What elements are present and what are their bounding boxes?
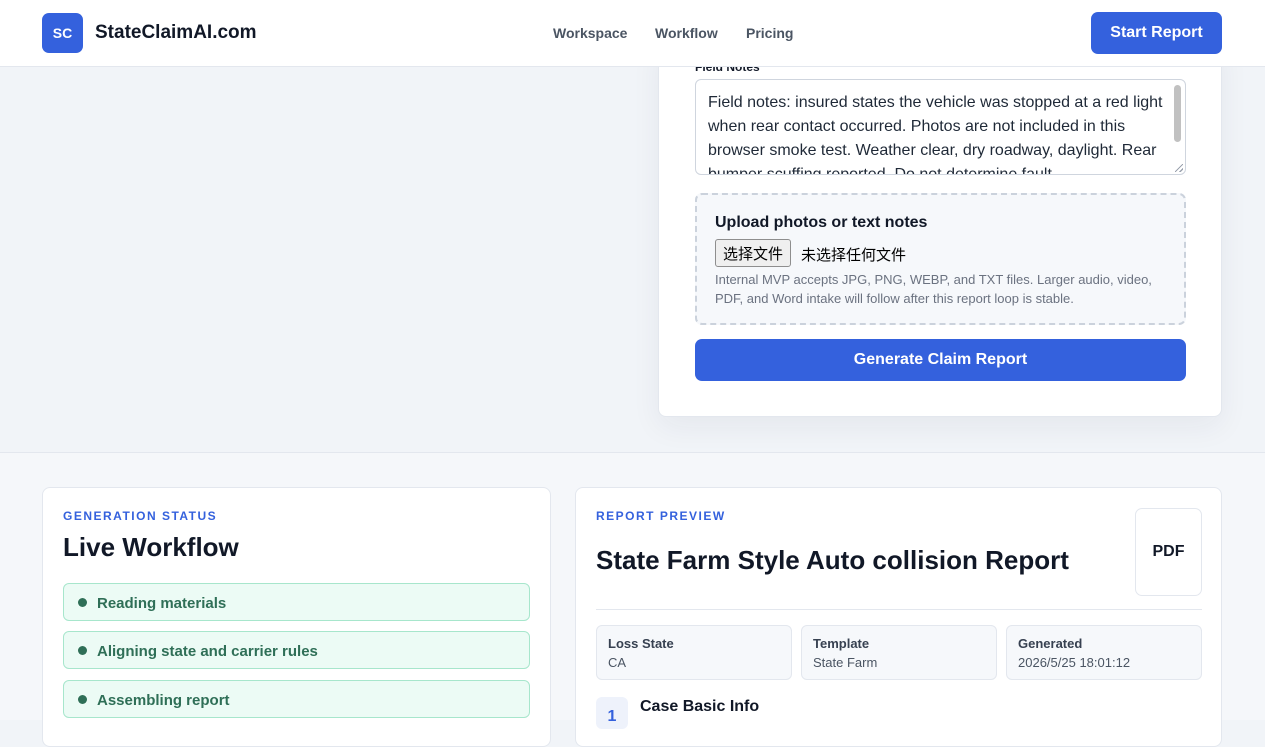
status-dot-icon (78, 598, 87, 607)
status-eyebrow: GENERATION STATUS (63, 509, 218, 523)
meta-generated: Generated 2026/5/25 18:01:12 (1006, 625, 1202, 680)
start-report-button[interactable]: Start Report (1091, 12, 1222, 54)
report-eyebrow: REPORT PREVIEW (596, 509, 726, 523)
generation-status-card: GENERATION STATUS Live Workflow Reading … (42, 487, 551, 747)
section-number: 1 (596, 697, 628, 729)
nav-pricing[interactable]: Pricing (746, 25, 793, 41)
generate-claim-report-button[interactable]: Generate Claim Report (695, 339, 1186, 381)
section-title: Case Basic Info (640, 698, 760, 715)
upload-dropzone[interactable]: Upload photos or text notes 选择文件 未选择任何文件… (695, 193, 1186, 325)
step-label: Aligning state and carrier rules (97, 643, 318, 660)
choose-file-button[interactable]: 选择文件 (715, 239, 792, 267)
step-label: Assembling report (97, 692, 230, 709)
status-dot-icon (78, 695, 87, 704)
textarea-scrollbar[interactable] (1174, 85, 1181, 142)
logo-badge[interactable]: SC (42, 13, 83, 53)
meta-value: 2026/5/25 18:01:12 (1018, 655, 1131, 670)
meta-label: Generated (1018, 636, 1083, 651)
meta-label: Template (813, 636, 870, 651)
meta-label: Loss State (608, 636, 674, 651)
file-status: 未选择任何文件 (801, 246, 907, 264)
divider (596, 609, 1202, 610)
workflow-step: Reading materials (63, 583, 530, 621)
meta-value: State Farm (813, 655, 878, 670)
field-notes-value: Field notes: insured states the vehicle … (708, 94, 1163, 175)
upload-help-text: Internal MVP accepts JPG, PNG, WEBP, and… (715, 272, 1152, 306)
top-navbar: SC StateClaimAI.com Workspace Workflow P… (0, 0, 1265, 67)
nav-workspace[interactable]: Workspace (553, 25, 627, 41)
status-dot-icon (78, 646, 87, 655)
upload-title: Upload photos or text notes (715, 214, 928, 231)
meta-value: CA (608, 655, 627, 670)
report-title: State Farm Style Auto collision Report (596, 545, 1069, 575)
workflow-step: Assembling report (63, 680, 530, 718)
workflow-step: Aligning state and carrier rules (63, 631, 530, 669)
report-preview-card: REPORT PREVIEW State Farm Style Auto col… (575, 487, 1222, 747)
resize-grip-icon[interactable] (1175, 164, 1183, 172)
step-label: Reading materials (97, 595, 227, 612)
meta-template: Template State Farm (801, 625, 997, 680)
meta-loss-state: Loss State CA (596, 625, 792, 680)
pdf-download-button[interactable]: PDF (1135, 508, 1202, 596)
brand-name[interactable]: StateClaimAI.com (95, 22, 257, 44)
field-notes-textarea[interactable]: Field notes: insured states the vehicle … (695, 79, 1186, 175)
status-title: Live Workflow (63, 532, 239, 562)
nav-workflow[interactable]: Workflow (655, 25, 718, 41)
